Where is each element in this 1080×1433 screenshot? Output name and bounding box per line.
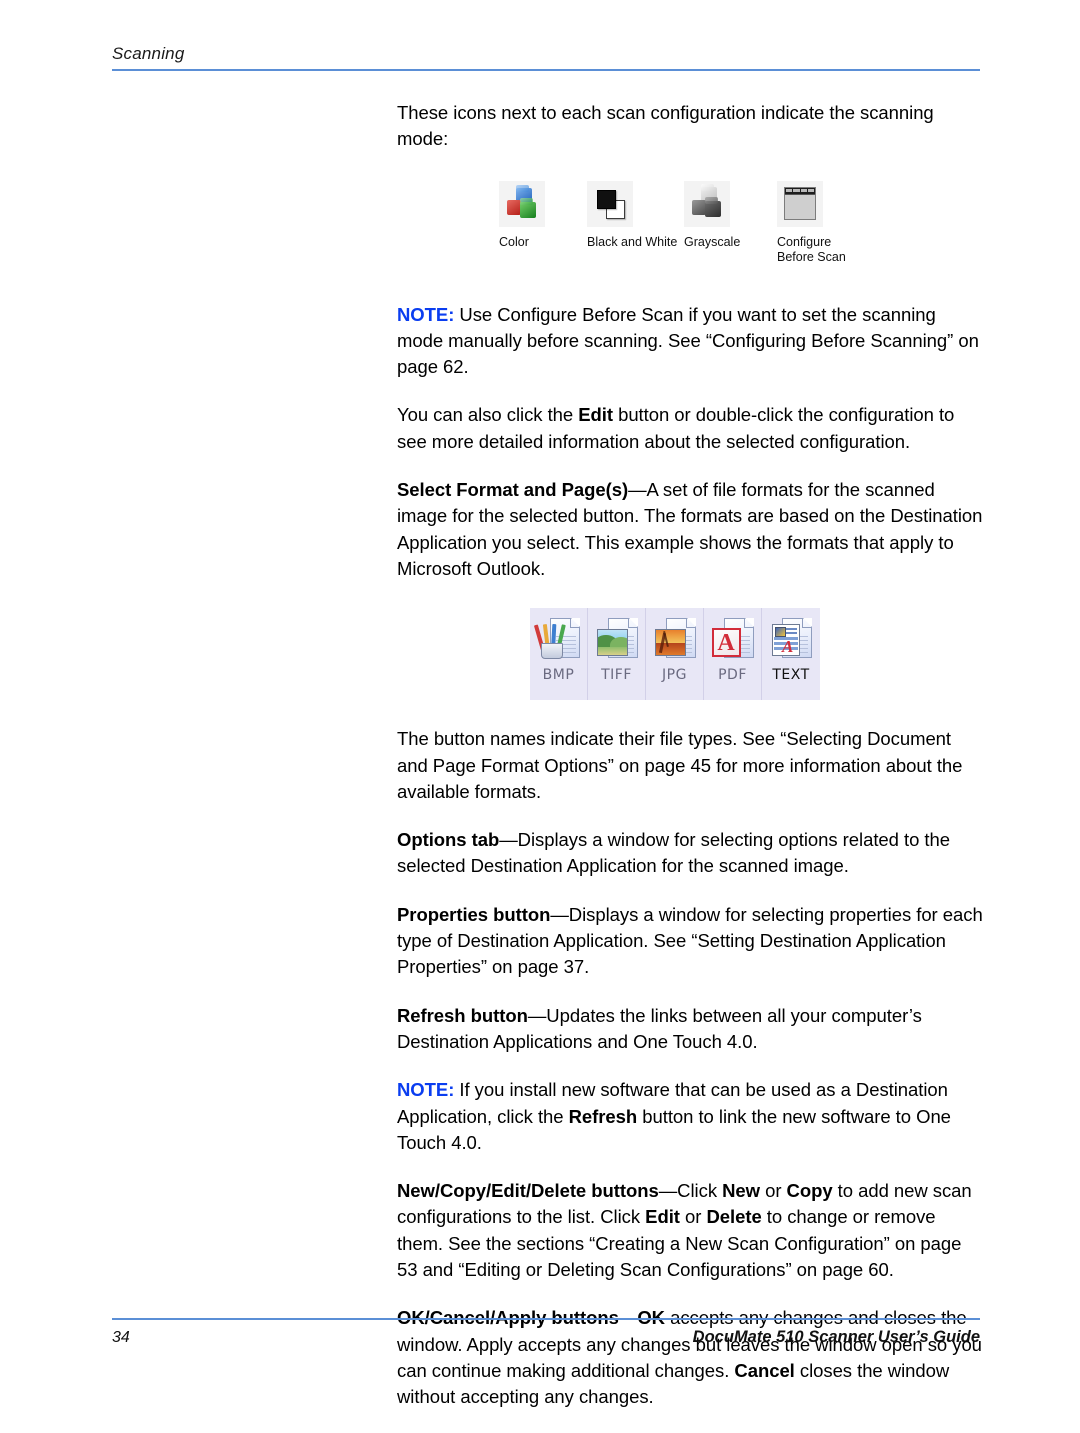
format-button-jpg[interactable]: JPG (646, 608, 704, 701)
text-file-icon: A (770, 616, 812, 662)
button-names-paragraph: The button names indicate their file typ… (397, 728, 963, 802)
page-number: 34 (112, 1329, 130, 1346)
mode-item-color: Color (499, 180, 545, 250)
mode-label-color: Color (499, 234, 529, 249)
format-button-bmp[interactable]: BMP (530, 608, 588, 701)
file-format-icon-strip: BMP TIFF JPG A PDF A TEXT (397, 608, 983, 701)
edit-keyword: Edit (578, 404, 613, 426)
note-refresh: NOTE: If you install new software that c… (397, 1077, 983, 1156)
note-label: NOTE: (397, 303, 455, 325)
format-label-text: TEXT (772, 667, 810, 684)
newcopy-a: —Click (658, 1180, 723, 1202)
note-label-2: NOTE: (397, 1079, 455, 1101)
black-white-squares-icon (587, 180, 633, 227)
edit-keyword-2: Edit (645, 1206, 680, 1228)
file-format-row: BMP TIFF JPG A PDF A TEXT (530, 608, 820, 701)
footer-row: 34 DocuMate 510 Scanner User’s Guide (112, 1320, 980, 1347)
options-tab-term: Options tab (397, 829, 500, 851)
pdf-file-icon: A (711, 616, 754, 662)
new-copy-edit-delete-paragraph: New/Copy/Edit/Delete buttons—Click New o… (397, 1178, 983, 1283)
mode-item-grayscale: Grayscale (684, 180, 741, 250)
properties-button-paragraph: Properties button—Displays a window for … (397, 902, 983, 981)
guide-title: DocuMate 510 Scanner User’s Guide (692, 1328, 980, 1346)
note2-refresh-keyword: Refresh (568, 1105, 638, 1127)
mode-item-black-and-white: Black and White (587, 180, 678, 250)
tiff-file-icon (596, 616, 638, 662)
format-label-pdf: PDF (718, 667, 747, 684)
edit-button-paragraph: You can also click the Edit button or do… (397, 402, 983, 455)
page-header: Scanning (112, 44, 980, 71)
format-label-tiff: TIFF (601, 667, 632, 684)
mode-item-configure-before-scan: Configure Before Scan (777, 180, 846, 265)
format-button-pdf[interactable]: A PDF (704, 608, 762, 701)
intro-paragraph: These icons next to each scan configurat… (397, 102, 934, 150)
format-button-tiff[interactable]: TIFF (588, 608, 646, 701)
newcopy-d: or (679, 1206, 707, 1228)
format-label-bmp: BMP (542, 667, 575, 684)
jpg-file-icon (654, 616, 696, 662)
properties-term: Properties button (397, 903, 551, 925)
options-tab-paragraph: Options tab—Displays a window for select… (397, 827, 983, 880)
note-text: Use Configure Before Scan if you want to… (397, 303, 979, 378)
scanning-mode-icon-strip: Color Black and White Grayscale Configur… (397, 180, 983, 276)
bmp-file-icon (533, 616, 580, 662)
new-copy-term: New/Copy/Edit/Delete buttons (397, 1180, 659, 1202)
mode-label-configure-before-scan: Configure Before Scan (777, 234, 846, 264)
grayscale-cubes-icon (684, 180, 730, 227)
refresh-term: Refresh button (397, 1004, 528, 1026)
format-label-jpg: JPG (662, 667, 687, 684)
color-palette-icon (777, 180, 823, 227)
color-cubes-icon (499, 180, 545, 227)
section-title: Scanning (112, 44, 185, 63)
format-button-text[interactable]: A TEXT (762, 608, 820, 701)
mode-label-grayscale: Grayscale (684, 234, 741, 249)
refresh-button-paragraph: Refresh button—Updates the links between… (397, 1003, 983, 1056)
copy-keyword: Copy (786, 1180, 833, 1202)
new-keyword: New (722, 1180, 760, 1202)
mode-label-black-and-white: Black and White (587, 234, 678, 249)
select-format-term: Select Format and Page(s) (397, 479, 629, 501)
document-body: These icons next to each scan configurat… (397, 100, 983, 1433)
page-footer: 34 DocuMate 510 Scanner User’s Guide (112, 1318, 980, 1347)
note-configure-before-scan: NOTE: Use Configure Before Scan if you w… (397, 302, 983, 381)
edit-para-pre: You can also click the (397, 404, 579, 426)
cancel-keyword: Cancel (734, 1359, 795, 1381)
select-format-paragraph: Select Format and Page(s)—A set of file … (397, 477, 983, 582)
header-divider (112, 69, 980, 71)
delete-keyword: Delete (706, 1206, 762, 1228)
newcopy-b: or (760, 1180, 787, 1202)
